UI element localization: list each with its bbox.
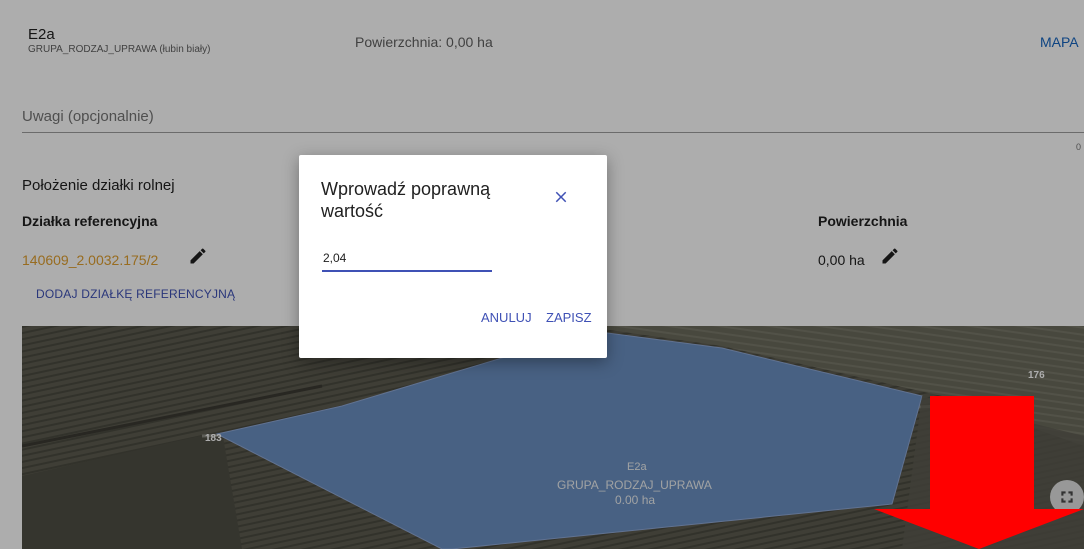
value-input[interactable]	[322, 246, 492, 272]
down-arrow-icon	[874, 396, 1084, 549]
edit-value-dialog: Wprowadź poprawną wartość ANULUJ ZAPISZ	[299, 155, 607, 358]
close-icon[interactable]	[552, 188, 570, 206]
save-button[interactable]: ZAPISZ	[546, 310, 592, 325]
cancel-button[interactable]: ANULUJ	[481, 310, 532, 325]
dialog-title: Wprowadź poprawną wartość	[321, 179, 491, 221]
